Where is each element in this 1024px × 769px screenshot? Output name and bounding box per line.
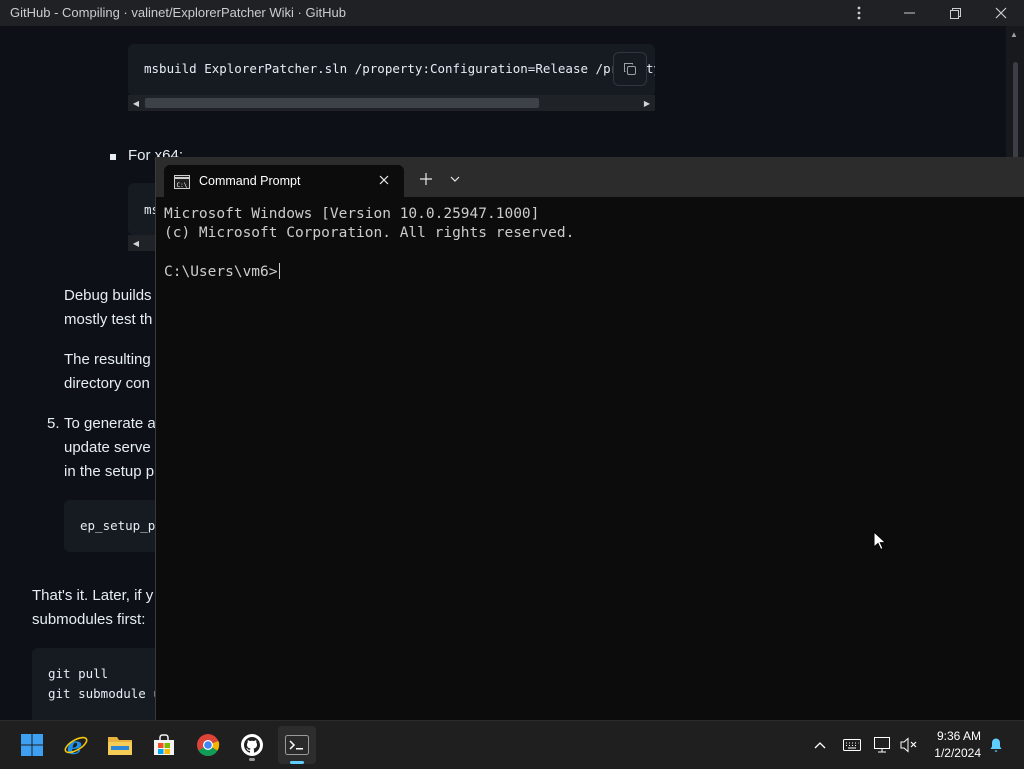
terminal-output[interactable]: Microsoft Windows [Version 10.0.25947.10…: [156, 197, 1024, 720]
taskbar: e 9:36 AM 1/2/2024: [0, 720, 1024, 769]
bell-icon[interactable]: [984, 733, 1008, 757]
minimize-icon[interactable]: [886, 0, 932, 26]
scroll-left-icon[interactable]: ◀: [128, 95, 144, 111]
chevron-down-icon[interactable]: [444, 167, 466, 191]
scrollbar-thumb[interactable]: [145, 98, 539, 108]
list-bullet: [110, 154, 116, 160]
scroll-up-icon[interactable]: ▲: [1010, 30, 1018, 39]
step-number: 5.: [47, 415, 60, 432]
code-line: ep_setup_p: [80, 518, 156, 533]
terminal-line: (c) Microsoft Corporation. All rights re…: [164, 225, 575, 241]
code-line: git submodule u: [48, 686, 161, 701]
step-text-line: in the setup p: [64, 463, 155, 480]
paragraph-later-line: submodules first:: [32, 611, 146, 628]
more-vertical-icon[interactable]: [836, 0, 882, 26]
running-indicator: [249, 758, 255, 761]
file-explorer-icon[interactable]: [104, 729, 136, 761]
tab-title: Command Prompt: [199, 174, 301, 188]
terminal-window[interactable]: C:\ Command Prompt Microsoft Windows [Ve…: [155, 157, 1024, 720]
mouse-pointer-icon: [873, 530, 887, 551]
network-icon[interactable]: [871, 733, 895, 757]
terminal-prompt: C:\Users\vm6>: [164, 264, 278, 280]
start-icon[interactable]: [16, 729, 48, 761]
step-text-line: update serve: [64, 439, 151, 456]
paragraph-debug-line: mostly test th: [64, 311, 153, 328]
volume-muted-icon[interactable]: [897, 733, 921, 757]
paragraph-result-line: directory con: [64, 375, 150, 392]
copy-icon: [624, 63, 636, 75]
scroll-left-icon[interactable]: ◀: [128, 235, 144, 251]
terminal-tab-bar: C:\ Command Prompt: [156, 157, 1024, 197]
code-line: msbuild ExplorerPatcher.sln /property:Co…: [144, 61, 619, 76]
chrome-icon[interactable]: [192, 729, 224, 761]
browser-title: GitHub - Compiling · valinet/ExplorerPat…: [10, 5, 346, 20]
code-block-horizontal-scrollbar[interactable]: ◀ ▶: [128, 95, 655, 111]
code-block-build-release: msbuild ExplorerPatcher.sln /property:Co…: [128, 44, 655, 96]
active-indicator: [290, 761, 304, 764]
chevron-up-icon[interactable]: [808, 733, 832, 757]
close-icon[interactable]: [978, 0, 1024, 26]
restore-icon[interactable]: [932, 0, 978, 26]
code-line-overflow: ty: [646, 61, 655, 76]
terminal-line: Microsoft Windows [Version 10.0.25947.10…: [164, 206, 540, 222]
microsoft-store-icon[interactable]: [148, 729, 180, 761]
code-line: git pull: [48, 666, 109, 681]
tab-close-icon[interactable]: [373, 169, 395, 191]
step-text-line: To generate a: [64, 415, 156, 432]
internet-explorer-icon[interactable]: e: [60, 729, 92, 761]
paragraph-later-line: That's it. Later, if y: [32, 587, 154, 604]
terminal-prompt-line[interactable]: C:\Users\vm6>: [164, 263, 280, 280]
paragraph-debug-line: Debug builds: [64, 287, 152, 304]
browser-titlebar: GitHub - Compiling · valinet/ExplorerPat…: [0, 0, 1024, 26]
keyboard-icon[interactable]: [840, 733, 864, 757]
text-cursor: [278, 263, 280, 279]
svg-text:C:\: C:\: [177, 182, 188, 189]
clock-date[interactable]: 1/2/2024: [934, 746, 981, 760]
new-tab-icon[interactable]: [414, 167, 438, 191]
svg-text:e: e: [67, 732, 82, 758]
scroll-right-icon[interactable]: ▶: [639, 95, 655, 111]
tab-command-prompt[interactable]: C:\ Command Prompt: [164, 165, 404, 197]
paragraph-result-line: The resulting: [64, 351, 151, 368]
terminal-icon[interactable]: [278, 726, 316, 764]
clock-time[interactable]: 9:36 AM: [937, 729, 981, 743]
cmd-icon: C:\: [174, 175, 190, 189]
github-desktop-icon[interactable]: [236, 729, 268, 761]
copy-button[interactable]: [613, 52, 647, 86]
